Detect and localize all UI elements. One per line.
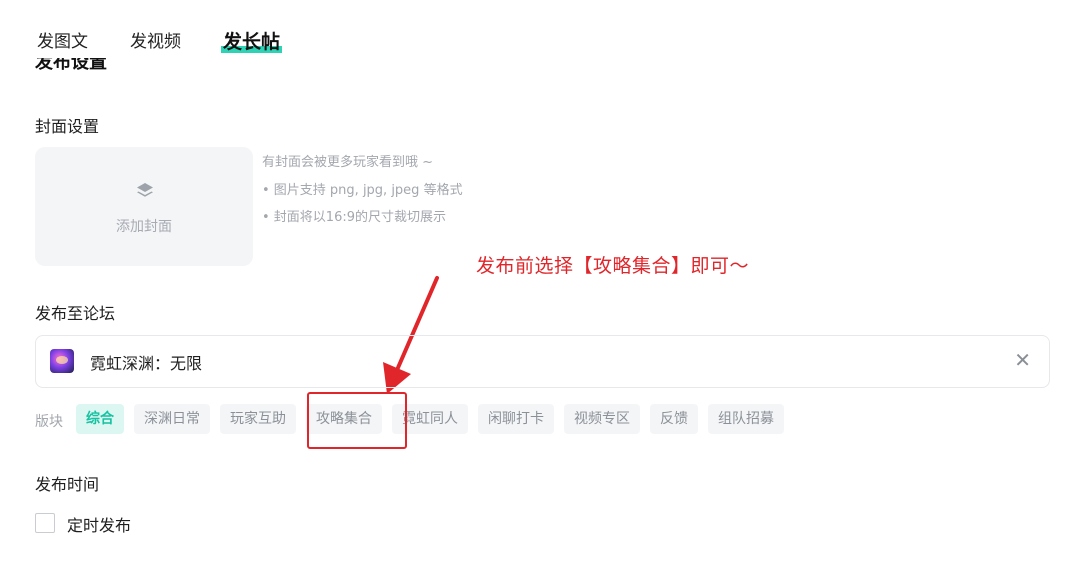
board-tag-video[interactable]: 视频专区 [564, 404, 640, 434]
tab-long-post[interactable]: 发长帖 [220, 30, 283, 54]
board-list: 综合 深渊日常 玩家互助 攻略集合 霓虹同人 闲聊打卡 视频专区 反馈 组队招募 [76, 404, 794, 434]
board-tag-player-help[interactable]: 玩家互助 [220, 404, 296, 434]
forum-name: 霓虹深渊：无限 [90, 354, 203, 373]
add-cover-label: 添加封面 [116, 219, 172, 235]
board-tag-chat-checkin[interactable]: 闲聊打卡 [478, 404, 554, 434]
publish-time-title: 发布时间 [35, 475, 100, 494]
cover-hint-main: 有封面会被更多玩家看到哦 ~ [262, 155, 434, 170]
add-cover-button[interactable]: 添加封面 [35, 147, 253, 266]
board-tag-fan-art[interactable]: 霓虹同人 [392, 404, 468, 434]
board-label: 版块 [35, 414, 63, 430]
forum-section-title: 发布至论坛 [35, 304, 116, 323]
annotation-text: 发布前选择【攻略集合】即可～ [476, 255, 750, 277]
publish-type-tabs: 发图文 发视频 发长帖 [37, 30, 322, 54]
cover-settings-title: 封面设置 [35, 117, 100, 136]
publish-settings-title: 发布设置 [35, 58, 107, 73]
tab-video[interactable]: 发视频 [130, 30, 181, 54]
board-tag-feedback[interactable]: 反馈 [650, 404, 698, 434]
scheduled-publish-label[interactable]: 定时发布 [67, 512, 131, 536]
cover-hint-format: • 图片支持 png, jpg, jpeg 等格式 [262, 183, 463, 198]
layers-icon [137, 183, 153, 197]
forum-avatar [50, 349, 74, 373]
board-tag-guides[interactable]: 攻略集合 [306, 404, 382, 434]
forum-selector[interactable]: 霓虹深渊：无限 ✕ [35, 335, 1050, 388]
board-tag-abyss-daily[interactable]: 深渊日常 [134, 404, 210, 434]
cover-hint-ratio: • 封面将以16:9的尺寸裁切展示 [262, 210, 446, 225]
tab-image-text[interactable]: 发图文 [37, 30, 88, 54]
board-tag-general[interactable]: 综合 [76, 404, 124, 434]
publish-settings-heading: 发布设置 [35, 58, 107, 76]
board-tag-team-recruit[interactable]: 组队招募 [708, 404, 784, 434]
close-icon[interactable]: ✕ [1014, 349, 1031, 371]
scheduled-publish-checkbox[interactable] [35, 513, 55, 533]
